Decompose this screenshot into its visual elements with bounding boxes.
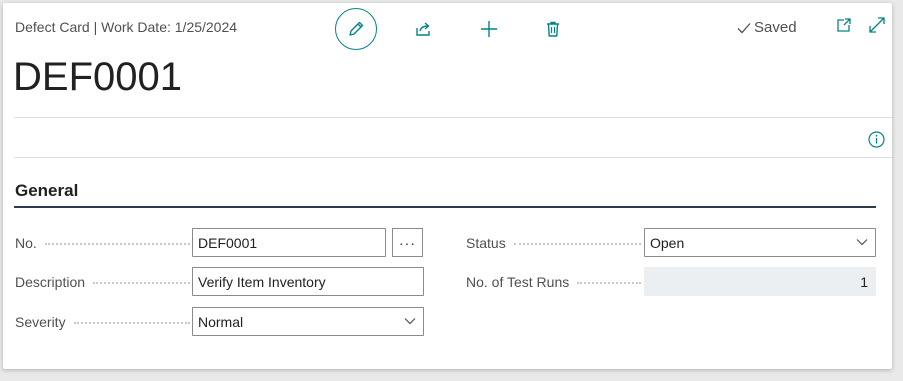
label-dots (73, 322, 190, 324)
no-field[interactable]: DEF0001 (192, 228, 386, 257)
status-value: Open (650, 234, 685, 251)
field-label-test-runs: No. of Test Runs (466, 268, 641, 296)
plus-icon (481, 21, 497, 37)
severity-value: Normal (198, 313, 244, 330)
divider (14, 157, 892, 158)
no-value: DEF0001 (198, 234, 258, 251)
pencil-icon (349, 21, 364, 36)
field-label-severity: Severity (15, 308, 190, 336)
ellipsis-icon: ··· (399, 234, 416, 251)
label-text: Description (15, 274, 86, 290)
section-underline (14, 206, 876, 208)
factbox-info-button[interactable] (867, 130, 885, 148)
chevron-down-icon (404, 318, 416, 325)
page-caption: Defect Card | Work Date: 1/25/2024 (15, 19, 238, 35)
label-text: Status (466, 235, 506, 251)
expand-icon (869, 17, 885, 33)
open-new-window-button[interactable] (833, 14, 855, 36)
section-title-general[interactable]: General (15, 181, 78, 201)
pop-out-icon (837, 18, 851, 32)
description-field[interactable]: Verify Item Inventory (192, 267, 424, 296)
description-value: Verify Item Inventory (198, 273, 326, 290)
info-icon (867, 130, 885, 148)
trash-icon (547, 21, 559, 37)
status-select[interactable]: Open (644, 228, 876, 257)
new-button[interactable] (468, 8, 510, 50)
test-runs-value: 1 (860, 273, 868, 290)
divider (14, 117, 892, 118)
label-text: No. (15, 235, 37, 251)
share-button[interactable] (402, 8, 444, 50)
label-dots (44, 243, 190, 245)
field-label-description: Description (15, 268, 190, 296)
defect-card-page: Defect Card | Work Date: 1/25/2024 Saved… (3, 3, 892, 369)
saved-label: Saved (754, 19, 797, 36)
label-dots (577, 282, 641, 284)
field-label-status: Status (466, 229, 641, 257)
chevron-down-icon (856, 239, 868, 246)
label-text: No. of Test Runs (466, 274, 570, 290)
test-runs-field[interactable]: 1 (644, 267, 876, 296)
share-icon (416, 22, 430, 36)
save-status: Saved (737, 19, 797, 36)
edit-button[interactable] (335, 8, 377, 50)
no-assist-button[interactable]: ··· (392, 228, 423, 257)
field-label-no: No. (15, 229, 190, 257)
label-text: Severity (15, 314, 66, 330)
expand-button[interactable] (866, 14, 888, 36)
label-dots (93, 282, 190, 284)
delete-button[interactable] (532, 8, 574, 50)
checkmark-icon (737, 22, 751, 33)
page-title: DEF0001 (13, 55, 182, 99)
label-dots (513, 243, 641, 245)
severity-select[interactable]: Normal (192, 307, 424, 336)
